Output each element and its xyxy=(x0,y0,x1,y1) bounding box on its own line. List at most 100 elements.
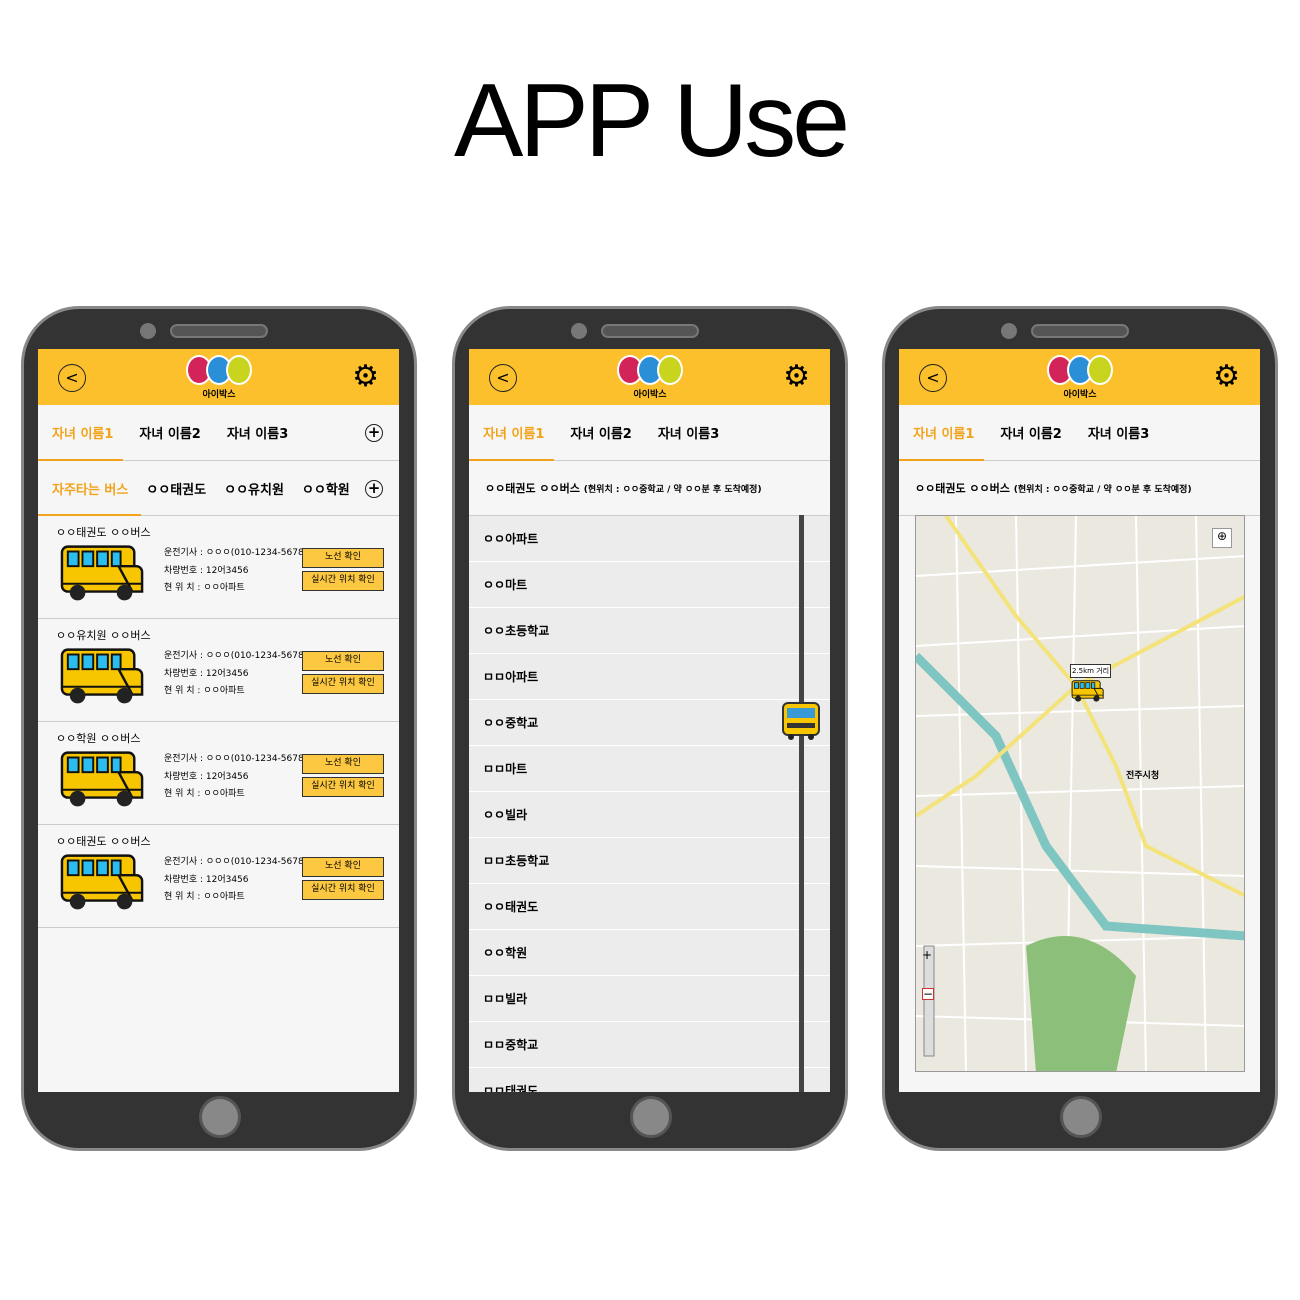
tab-child-3[interactable]: 자녀 이름3 xyxy=(227,423,288,442)
child-tabs: 자녀 이름1 자녀 이름2 자녀 이름3 xyxy=(899,405,1260,461)
route-check-button[interactable]: 노선 확인 xyxy=(302,548,384,568)
speaker xyxy=(170,324,268,338)
location: 현 위 치 : ㅇㅇ아파트 xyxy=(164,789,245,799)
stop-item[interactable]: ㅇㅇ아파트 xyxy=(469,516,830,562)
phone-bus-list: < 아이박스 ⚙ 자녀 이름1 자녀 이름2 자녀 이름3 + 자주타는 버스 … xyxy=(21,306,417,1151)
tab-child-1[interactable]: 자녀 이름1 xyxy=(52,423,113,442)
camera xyxy=(1001,323,1017,339)
bus-card: ㅇㅇ태권도 ㅇㅇ버스 운전기사 : ㅇㅇㅇ(010-1234-5678) 차량번호… xyxy=(38,825,399,928)
stop-item[interactable]: ㅁㅁ중학교 xyxy=(469,1022,830,1068)
stop-item[interactable]: ㅇㅇ학원 xyxy=(469,930,830,976)
app-logo: 아이박스 xyxy=(184,353,254,401)
tab-child-3[interactable]: 자녀 이름3 xyxy=(1088,423,1149,442)
bus-name: ㅇㅇ태권도 ㅇㅇ버스 xyxy=(56,526,151,539)
route-line xyxy=(799,515,804,1092)
active-tab-underline xyxy=(899,459,984,461)
locate-icon[interactable]: ⊕ xyxy=(1212,528,1232,548)
child-tabs: 자녀 이름1 자녀 이름2 자녀 이름3 xyxy=(469,405,830,461)
city-hall-label: 전주시청 xyxy=(1126,771,1160,781)
bus-card: ㅇㅇ유치원 ㅇㅇ버스 운전기사 : ㅇㅇㅇ(010-1234-5678) 차량번호… xyxy=(38,619,399,722)
tab-child-1[interactable]: 자녀 이름1 xyxy=(913,423,974,442)
zoom-in-button[interactable]: + xyxy=(922,948,932,962)
realtime-location-button[interactable]: 실시간 위치 확인 xyxy=(302,571,384,591)
location: 현 위 치 : ㅇㅇ아파트 xyxy=(164,892,245,902)
app-header: < 아이박스 ⚙ xyxy=(469,349,830,405)
map-view[interactable]: 2.5km 거리 전주시청 ⊕ + − xyxy=(915,515,1245,1072)
tab-frequent-bus[interactable]: 자주타는 버스 xyxy=(52,479,128,498)
tab-bus-3[interactable]: ㅇㅇ학원 xyxy=(302,479,350,498)
bus-location-icon xyxy=(1071,680,1104,702)
route-check-button[interactable]: 노선 확인 xyxy=(302,857,384,877)
route-check-button[interactable]: 노선 확인 xyxy=(302,754,384,774)
chevron-left-icon[interactable]: < xyxy=(919,364,947,392)
realtime-location-button[interactable]: 실시간 위치 확인 xyxy=(302,777,384,797)
speaker xyxy=(1031,324,1129,338)
route-check-button[interactable]: 노선 확인 xyxy=(302,651,384,671)
gear-icon[interactable]: ⚙ xyxy=(352,359,379,394)
realtime-location-button[interactable]: 실시간 위치 확인 xyxy=(302,674,384,694)
map-streets xyxy=(916,516,1244,1071)
distance-label: 2.5km 거리 xyxy=(1070,664,1112,678)
stop-item[interactable]: ㅁㅁ마트 xyxy=(469,746,830,792)
location: 현 위 치 : ㅇㅇ아파트 xyxy=(164,686,245,696)
bus-position-icon xyxy=(782,702,820,740)
tab-child-2[interactable]: 자녀 이름2 xyxy=(570,423,631,442)
plate: 차량번호 : 12어3456 xyxy=(164,874,249,885)
speaker xyxy=(601,324,699,338)
stop-item[interactable]: ㅇㅇ마트 xyxy=(469,562,830,608)
tab-bus-1[interactable]: ㅇㅇ태권도 xyxy=(146,479,206,498)
chevron-left-icon[interactable]: < xyxy=(489,364,517,392)
bus-info: 운전기사 : ㅇㅇㅇ(010-1234-5678) 차량번호 : 12어3456 현… xyxy=(164,545,307,598)
home-button[interactable] xyxy=(1060,1096,1102,1138)
app-header: < 아이박스 ⚙ xyxy=(38,349,399,405)
plate: 차량번호 : 12어3456 xyxy=(164,668,249,679)
stop-item[interactable]: ㅁㅁ초등학교 xyxy=(469,838,830,884)
bus-name: ㅇㅇ학원 ㅇㅇ버스 xyxy=(56,732,141,745)
tab-child-2[interactable]: 자녀 이름2 xyxy=(139,423,200,442)
realtime-location-button[interactable]: 실시간 위치 확인 xyxy=(302,880,384,900)
bus-icon xyxy=(60,751,144,808)
tab-child-1[interactable]: 자녀 이름1 xyxy=(483,423,544,442)
app-logo: 아이박스 xyxy=(1045,353,1115,401)
zoom-out-button[interactable]: − xyxy=(922,988,935,1000)
child-tabs: 자녀 이름1 자녀 이름2 자녀 이름3 + xyxy=(38,405,399,461)
driver: 운전기사 : ㅇㅇㅇ(010-1234-5678) xyxy=(164,857,308,867)
driver: 운전기사 : ㅇㅇㅇ(010-1234-5678) xyxy=(164,548,308,558)
bus-info: 운전기사 : ㅇㅇㅇ(010-1234-5678) 차량번호 : 12어3456 현… xyxy=(164,854,307,907)
bus-tabs: 자주타는 버스 ㅇㅇ태권도 ㅇㅇ유치원 ㅇㅇ학원 + xyxy=(38,461,399,516)
stop-item[interactable]: ㅇㅇ중학교 xyxy=(469,700,830,746)
route-header: ㅇㅇ태권도 ㅇㅇ버스 (현위치 : ㅇㅇ중학교 / 약 ㅇㅇ분 후 도착예정) xyxy=(899,461,1260,516)
home-button[interactable] xyxy=(630,1096,672,1138)
add-bus-icon[interactable]: + xyxy=(365,480,383,498)
phone-route: < 아이박스 ⚙ 자녀 이름1 자녀 이름2 자녀 이름3 ㅇㅇ태권도 ㅇㅇ버스… xyxy=(452,306,848,1151)
tab-child-2[interactable]: 자녀 이름2 xyxy=(1000,423,1061,442)
bus-info: 운전기사 : ㅇㅇㅇ(010-1234-5678) 차량번호 : 12어3456 현… xyxy=(164,648,307,701)
tab-child-3[interactable]: 자녀 이름3 xyxy=(658,423,719,442)
chevron-left-icon[interactable]: < xyxy=(58,364,86,392)
home-button[interactable] xyxy=(199,1096,241,1138)
active-tab-underline xyxy=(469,459,554,461)
stop-item[interactable]: ㅁㅁ아파트 xyxy=(469,654,830,700)
app-logo: 아이박스 xyxy=(615,353,685,401)
stop-item[interactable]: ㅇㅇ초등학교 xyxy=(469,608,830,654)
stop-item[interactable]: ㅇㅇ빌라 xyxy=(469,792,830,838)
bus-name: ㅇㅇ태권도 ㅇㅇ버스 xyxy=(56,835,151,848)
app-header: < 아이박스 ⚙ xyxy=(899,349,1260,405)
add-child-icon[interactable]: + xyxy=(365,424,383,442)
driver: 운전기사 : ㅇㅇㅇ(010-1234-5678) xyxy=(164,754,308,764)
screen: < 아이박스 ⚙ 자녀 이름1 자녀 이름2 자녀 이름3 + 자주타는 버스 … xyxy=(38,349,399,1092)
phone-map: < 아이박스 ⚙ 자녀 이름1 자녀 이름2 자녀 이름3 ㅇㅇ태권도 ㅇㅇ버스… xyxy=(882,306,1278,1151)
bus-icon xyxy=(60,545,144,602)
stop-item[interactable]: ㅁㅁ빌라 xyxy=(469,976,830,1022)
camera xyxy=(571,323,587,339)
plate: 차량번호 : 12어3456 xyxy=(164,565,249,576)
page-title: APP Use xyxy=(453,63,850,179)
stop-item[interactable]: ㅇㅇ태권도 xyxy=(469,884,830,930)
tab-bus-2[interactable]: ㅇㅇ유치원 xyxy=(224,479,284,498)
driver: 운전기사 : ㅇㅇㅇ(010-1234-5678) xyxy=(164,651,308,661)
gear-icon[interactable]: ⚙ xyxy=(783,359,810,394)
gear-icon[interactable]: ⚙ xyxy=(1213,359,1240,394)
bus-icon xyxy=(60,648,144,705)
stop-item[interactable]: ㅁㅁ태권도 xyxy=(469,1068,830,1092)
bus-card: ㅇㅇ태권도 ㅇㅇ버스 운전기사 : ㅇㅇㅇ(010-1234-5678) 차량번호… xyxy=(38,516,399,619)
